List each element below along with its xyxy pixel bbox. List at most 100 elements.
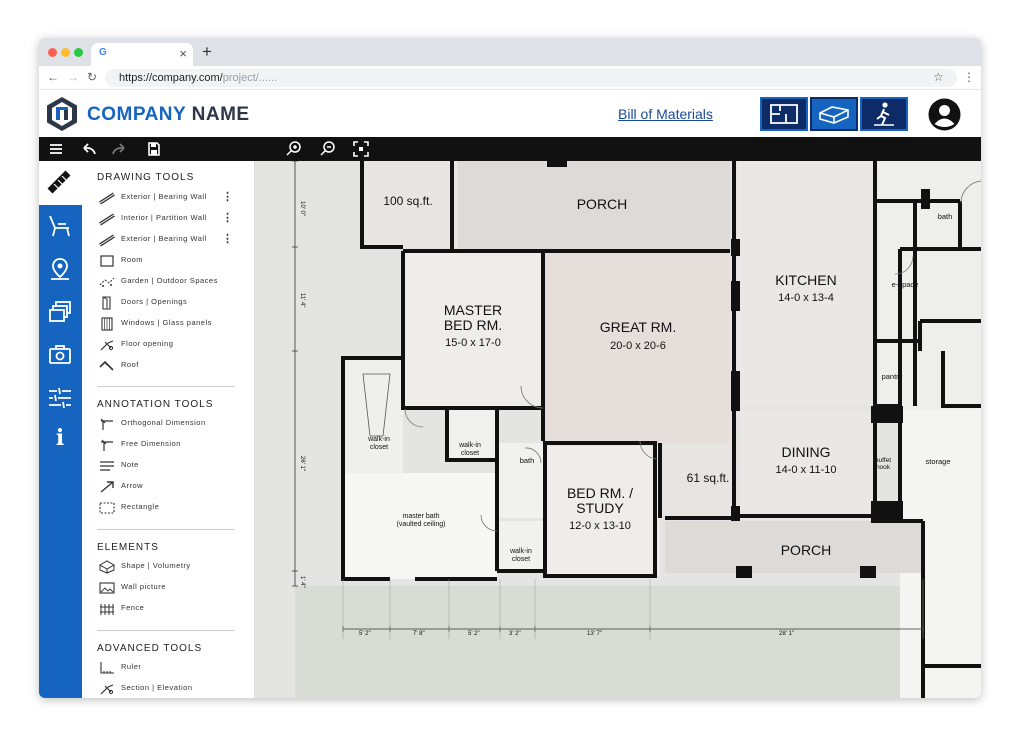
undo-icon[interactable] bbox=[78, 140, 98, 158]
room-label-area-top: 100 sq.ft. bbox=[383, 194, 432, 208]
layers-icon[interactable] bbox=[47, 299, 73, 325]
tool-doors-openings[interactable]: Doors | Openings bbox=[82, 294, 254, 312]
close-window-icon[interactable] bbox=[48, 48, 57, 57]
tool-label: Ruler bbox=[121, 662, 142, 671]
info-icon[interactable]: i bbox=[47, 425, 73, 451]
tab-close-icon[interactable]: × bbox=[179, 46, 187, 61]
browser-tab[interactable]: G × bbox=[91, 43, 193, 66]
floorplan-canvas[interactable]: 10' 0" 11' 4" 26' 1" 1' 4" 5' 2" 7' 8" 5… bbox=[255, 161, 981, 698]
camera-icon[interactable] bbox=[47, 342, 73, 368]
floor-opening-icon bbox=[100, 340, 114, 351]
tool-ruler[interactable]: Ruler bbox=[82, 659, 254, 677]
forward-icon[interactable]: → bbox=[67, 70, 79, 84]
browser-menu-icon[interactable]: ⋮ bbox=[963, 70, 975, 84]
tool-label: Interior | Partition Wall bbox=[121, 213, 207, 222]
more-options-icon[interactable]: ⋮ bbox=[222, 190, 233, 203]
redo-icon[interactable] bbox=[110, 140, 130, 158]
note-icon bbox=[100, 461, 114, 471]
door-icon bbox=[102, 296, 111, 310]
menu-icon[interactable] bbox=[48, 140, 64, 158]
tool-floor-opening[interactable]: Floor opening bbox=[82, 336, 254, 354]
view-walkthrough-button[interactable] bbox=[860, 97, 908, 131]
room-size-dining: 14-0 x 11-10 bbox=[776, 464, 837, 476]
tool-rectangle[interactable]: Rectangle bbox=[82, 499, 254, 517]
view-2d-button[interactable] bbox=[760, 97, 808, 131]
tool-label: Roof bbox=[121, 360, 139, 369]
free-dimension-icon bbox=[101, 439, 113, 451]
room-size-kitchen: 14-0 x 13-4 bbox=[778, 292, 834, 304]
tool-fence[interactable]: Fence bbox=[82, 600, 254, 618]
company-name-word2: NAME bbox=[191, 104, 250, 125]
room-size-bed-study: 12-0 x 13-10 bbox=[569, 520, 631, 532]
wall-icon bbox=[99, 192, 115, 205]
tool-label: Fence bbox=[121, 603, 145, 612]
back-icon[interactable]: ← bbox=[47, 70, 59, 84]
bookmark-star-icon[interactable]: ☆ bbox=[933, 70, 944, 84]
room-label-bath-mid: bath bbox=[520, 456, 535, 465]
tool-roof[interactable]: Roof bbox=[82, 357, 254, 375]
garden-icon bbox=[99, 277, 115, 287]
room-size-great: 20-0 x 20-6 bbox=[610, 340, 666, 352]
dim-horizontal-4: 3' 2" bbox=[509, 631, 521, 637]
tool-panel: DRAWING TOOLS Exterior | Bearing Wall ⋮ … bbox=[82, 161, 255, 698]
maximize-window-icon[interactable] bbox=[74, 48, 83, 57]
tool-orthogonal-dimension[interactable]: Orthogonal Dimension bbox=[82, 415, 254, 433]
room-label-kitchen: KITCHEN bbox=[775, 272, 836, 288]
advanced-tools-heading: ADVANCED TOOLS bbox=[97, 643, 203, 654]
tool-shape-volumetry[interactable]: Shape | Volumetry bbox=[82, 558, 254, 576]
company-logo-icon bbox=[47, 97, 77, 131]
reload-icon[interactable]: ↻ bbox=[87, 70, 97, 84]
tool-garden-outdoor[interactable]: Garden | Outdoor Spaces bbox=[82, 273, 254, 291]
more-options-icon[interactable]: ⋮ bbox=[222, 211, 233, 224]
view-3d-button[interactable] bbox=[810, 97, 858, 131]
minimize-window-icon[interactable] bbox=[61, 48, 70, 57]
more-options-icon[interactable]: ⋮ bbox=[222, 232, 233, 245]
dim-vertical-3: 26' 1" bbox=[299, 456, 305, 471]
tool-windows-glass[interactable]: Windows | Glass panels bbox=[82, 315, 254, 333]
tool-room[interactable]: Room bbox=[82, 252, 254, 270]
room-label-great: GREAT RM. bbox=[600, 319, 677, 335]
tool-exterior-bearing-wall-2[interactable]: Exterior | Bearing Wall ⋮ bbox=[82, 231, 254, 249]
fit-screen-icon[interactable] bbox=[352, 140, 370, 158]
room-label-master-bath-2: (vaulted ceiling) bbox=[396, 521, 445, 528]
tool-wall-picture[interactable]: Wall picture bbox=[82, 579, 254, 597]
new-tab-button[interactable]: + bbox=[202, 42, 212, 62]
room-label-storage: storage bbox=[925, 457, 950, 466]
tool-label: Exterior | Bearing Wall bbox=[121, 234, 207, 243]
wall-icon bbox=[99, 234, 115, 247]
annotation-tools-heading: ANNOTATION TOOLS bbox=[97, 399, 214, 410]
room-label-porch-bottom: PORCH bbox=[781, 542, 832, 558]
tool-exterior-bearing-wall[interactable]: Exterior | Bearing Wall ⋮ bbox=[82, 189, 254, 207]
tool-section-elevation[interactable]: Section | Elevation bbox=[82, 680, 254, 698]
rail-item-walls-active[interactable] bbox=[39, 161, 82, 205]
dim-horizontal-2: 7' 8" bbox=[413, 631, 425, 637]
room-label-walkin-mid-2: closet bbox=[461, 450, 479, 457]
tool-label: Shape | Volumetry bbox=[121, 561, 191, 570]
wall-icon bbox=[99, 213, 115, 226]
company-name: COMPANY NAME bbox=[87, 104, 250, 126]
zoom-out-icon[interactable] bbox=[319, 140, 337, 158]
tool-label: Room bbox=[121, 255, 144, 264]
room-label-bed-study-1: BED RM. / bbox=[567, 485, 633, 501]
location-pin-icon[interactable] bbox=[47, 256, 73, 282]
shape-icon bbox=[99, 560, 115, 574]
tool-free-dimension[interactable]: Free Dimension bbox=[82, 436, 254, 454]
url-field[interactable]: https://company.com/project/...... bbox=[105, 69, 957, 87]
url-path: project/...... bbox=[222, 72, 278, 84]
settings-sliders-icon[interactable] bbox=[47, 385, 73, 411]
tool-interior-partition-wall[interactable]: Interior | Partition Wall ⋮ bbox=[82, 210, 254, 228]
tool-label: Windows | Glass panels bbox=[121, 318, 212, 327]
window-icon bbox=[101, 317, 113, 331]
furniture-icon[interactable] bbox=[47, 213, 73, 239]
user-avatar-icon[interactable] bbox=[928, 98, 961, 131]
section-divider bbox=[97, 386, 235, 387]
browser-window: G × + ← → ↻ https://company.com/project/… bbox=[39, 38, 981, 698]
zoom-in-icon[interactable] bbox=[285, 140, 303, 158]
tool-note[interactable]: Note bbox=[82, 457, 254, 475]
tool-arrow[interactable]: Arrow bbox=[82, 478, 254, 496]
bill-of-materials-link[interactable]: Bill of Materials bbox=[618, 106, 713, 122]
floorplan-2d-icon bbox=[770, 104, 798, 124]
save-icon[interactable] bbox=[146, 140, 162, 158]
address-bar: ← → ↻ https://company.com/project/......… bbox=[39, 66, 981, 90]
arrow-icon bbox=[100, 481, 114, 493]
